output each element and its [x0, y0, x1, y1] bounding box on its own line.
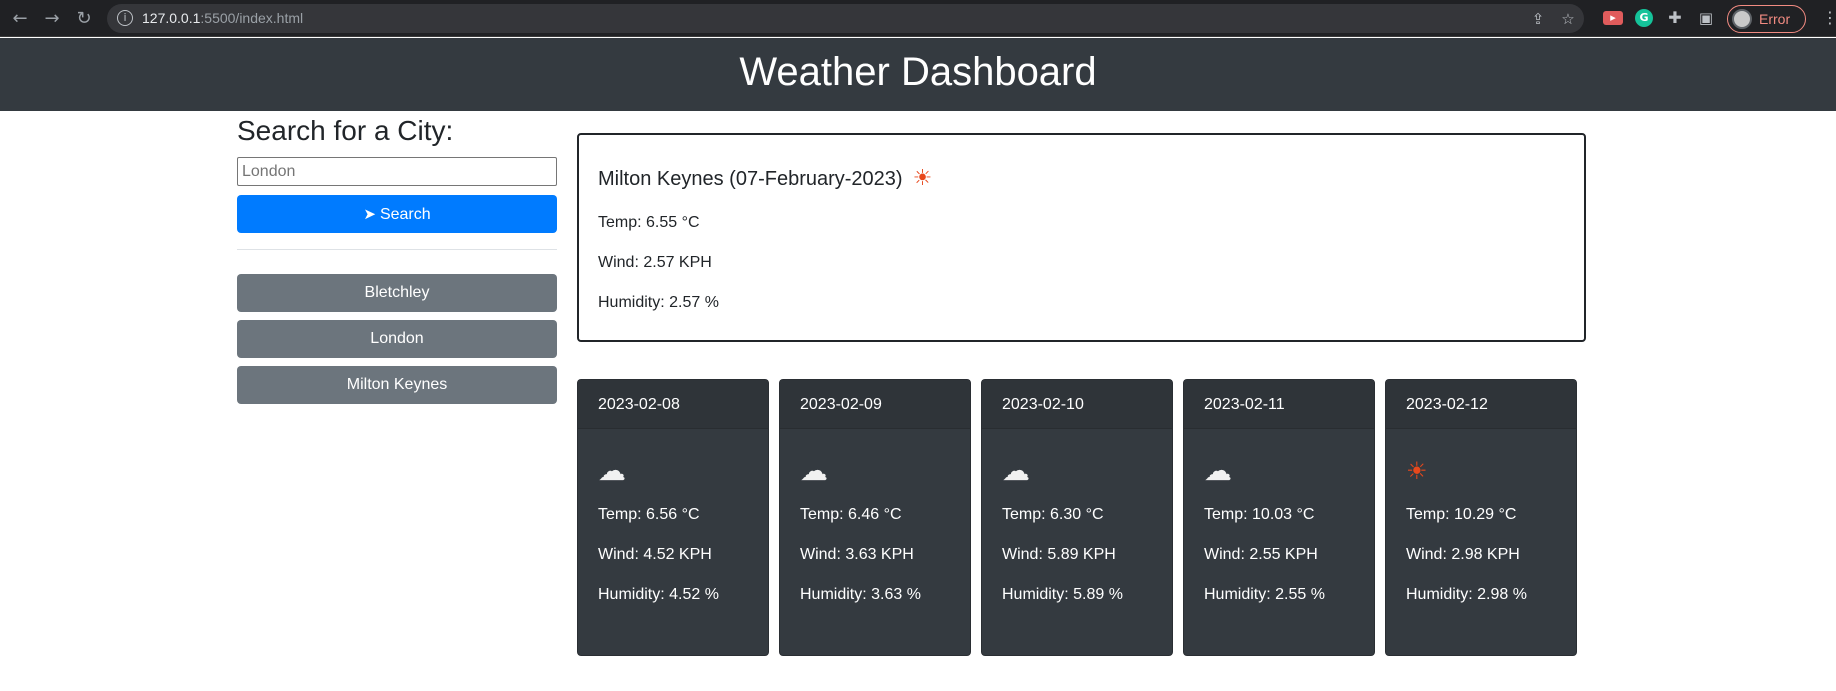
cloud-icon: ☁ [800, 454, 828, 487]
cloud-icon: ☁ [1204, 454, 1232, 487]
address-url[interactable]: 127.0.0.1:5500/index.html [142, 10, 303, 26]
menu-kebab-icon[interactable]: ⋮ [1822, 8, 1836, 27]
forecast-temp: Temp: 10.29 °C [1406, 506, 1517, 523]
current-city-date: Milton Keynes (07-February-2023) [598, 168, 903, 190]
divider [237, 249, 557, 250]
forecast-wind: Wind: 3.63 KPH [800, 546, 914, 563]
history-button-milton-keynes[interactable]: Milton Keynes [237, 366, 557, 404]
forecast-wind: Wind: 2.55 KPH [1204, 546, 1318, 563]
page-title: Weather Dashboard [739, 50, 1097, 94]
forecast-date: 2023-02-10 [982, 380, 1172, 429]
bookmark-star-icon[interactable]: ☆ [1559, 10, 1577, 28]
address-bar[interactable]: i 127.0.0.1:5500/index.html ⇪ ☆ [107, 4, 1584, 33]
forecast-humidity: Humidity: 2.98 % [1406, 586, 1527, 603]
search-button[interactable]: ➤ Search [237, 195, 557, 233]
paper-plane-icon: ➤ [363, 204, 376, 223]
url-path: :5500/index.html [200, 10, 304, 26]
forecast-humidity: Humidity: 2.55 % [1204, 586, 1325, 603]
city-search-input[interactable] [237, 157, 557, 186]
forecast-card: 2023-02-10 ☁ Temp: 6.30 °C Wind: 5.89 KP… [981, 379, 1173, 656]
sun-icon: ☀ [912, 166, 933, 191]
reload-icon[interactable]: ↻ [73, 8, 95, 30]
current-humidity: Humidity: 2.57 % [598, 294, 719, 311]
history-button-london[interactable]: London [237, 320, 557, 358]
forward-arrow-icon[interactable]: → [41, 8, 63, 30]
forecast-humidity: Humidity: 4.52 % [598, 586, 719, 603]
forecast-temp: Temp: 6.46 °C [800, 506, 902, 523]
avatar [1732, 9, 1752, 29]
forecast-date: 2023-02-12 [1386, 380, 1576, 429]
puzzle-extensions-icon[interactable]: ✚ [1666, 9, 1684, 27]
forecast-wind: Wind: 4.52 KPH [598, 546, 712, 563]
forecast-wind: Wind: 2.98 KPH [1406, 546, 1520, 563]
forecast-row: 2023-02-08 ☁ Temp: 6.56 °C Wind: 4.52 KP… [577, 379, 1577, 656]
url-host: 127.0.0.1 [142, 10, 201, 26]
forecast-card: 2023-02-09 ☁ Temp: 6.46 °C Wind: 3.63 KP… [779, 379, 971, 656]
share-icon[interactable]: ⇪ [1529, 10, 1547, 28]
forecast-card: 2023-02-11 ☁ Temp: 10.03 °C Wind: 2.55 K… [1183, 379, 1375, 656]
forecast-date: 2023-02-11 [1184, 380, 1374, 429]
cloud-icon: ☁ [1002, 454, 1030, 487]
forecast-humidity: Humidity: 5.89 % [1002, 586, 1123, 603]
current-weather-card: Milton Keynes (07-February-2023) ☀ Temp: … [577, 133, 1586, 342]
search-sidebar: Search for a City: ➤Search Bletchley Lon… [237, 113, 557, 412]
current-temp: Temp: 6.55 °C [598, 214, 700, 231]
site-info-icon[interactable]: i [117, 10, 133, 26]
current-weather-title: Milton Keynes (07-February-2023) ☀ [598, 167, 1565, 191]
forecast-temp: Temp: 6.56 °C [598, 506, 700, 523]
grammarly-icon[interactable]: G [1635, 9, 1653, 27]
browser-toolbar: ← → ↻ i 127.0.0.1:5500/index.html ⇪ ☆ ▸ … [0, 0, 1836, 37]
forecast-card: 2023-02-08 ☁ Temp: 6.56 °C Wind: 4.52 KP… [577, 379, 769, 656]
side-panel-icon[interactable]: ▣ [1697, 9, 1715, 27]
back-arrow-icon[interactable]: ← [9, 8, 31, 30]
search-heading: Search for a City: [237, 115, 454, 146]
forecast-card: 2023-02-12 ☀ Temp: 10.29 °C Wind: 2.98 K… [1385, 379, 1577, 656]
forecast-date: 2023-02-08 [578, 380, 768, 429]
history-button-bletchley[interactable]: Bletchley [237, 274, 557, 312]
search-button-label: Search [379, 205, 431, 223]
extension-icon[interactable]: ▸ [1603, 11, 1623, 25]
current-wind: Wind: 2.57 KPH [598, 254, 712, 271]
cloud-icon: ☁ [598, 454, 626, 487]
profile-button[interactable]: Error [1727, 5, 1806, 33]
forecast-temp: Temp: 10.03 °C [1204, 506, 1315, 523]
sun-icon: ☀ [1406, 457, 1428, 485]
forecast-temp: Temp: 6.30 °C [1002, 506, 1104, 523]
forecast-wind: Wind: 5.89 KPH [1002, 546, 1116, 563]
forecast-humidity: Humidity: 3.63 % [800, 586, 921, 603]
forecast-date: 2023-02-09 [780, 380, 970, 429]
page-header: Weather Dashboard [0, 38, 1836, 111]
profile-status: Error [1759, 11, 1791, 27]
